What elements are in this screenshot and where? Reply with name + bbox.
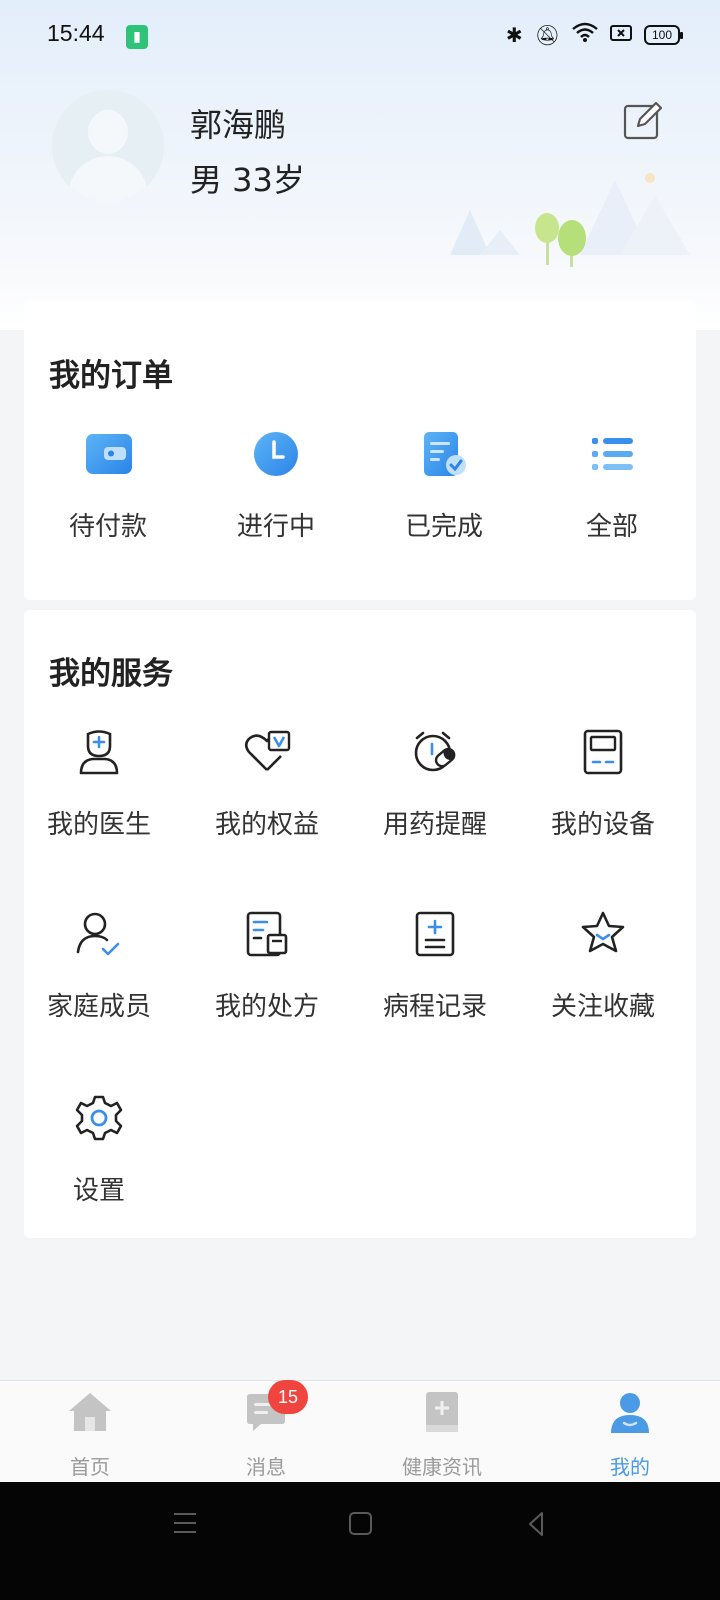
service-label: 家庭成员 <box>46 992 151 1022</box>
home-icon <box>69 1393 111 1431</box>
service-label: 关注收藏 <box>550 992 655 1022</box>
wallet-icon <box>86 434 132 474</box>
service-favorites[interactable]: 关注收藏 <box>519 908 687 1023</box>
clock-icon <box>254 432 298 476</box>
star-icon <box>581 911 625 953</box>
tab-label: 健康资讯 <box>402 1455 482 1479</box>
service-my-benefits[interactable]: 我的权益 <box>183 726 351 841</box>
hamburger-icon <box>174 1513 196 1533</box>
service-medication-reminder[interactable]: 用药提醒 <box>351 726 519 841</box>
status-icons: ✱ 🔕︎ 100 <box>505 22 683 47</box>
services-title: 我的服务 <box>49 656 173 692</box>
service-label: 我的医生 <box>46 810 151 840</box>
tab-label: 我的 <box>610 1455 650 1479</box>
order-label: 进行中 <box>236 512 315 542</box>
nav-home-button[interactable] <box>240 1482 480 1600</box>
family-member-icon <box>76 912 120 956</box>
order-pending-payment[interactable]: 待付款 <box>24 428 192 543</box>
orders-title: 我的订单 <box>49 358 173 394</box>
service-label: 用药提醒 <box>382 810 487 840</box>
vip-heart-icon <box>244 730 291 771</box>
device-icon <box>583 729 623 775</box>
service-label: 设置 <box>72 1176 125 1206</box>
square-home-icon <box>349 1512 372 1535</box>
system-nav-bar <box>0 1482 720 1600</box>
battery-icon: 100 <box>644 24 683 45</box>
orders-card: 我的订单 待付款 进行中 已完成 全部 <box>24 300 696 600</box>
edit-profile-button[interactable] <box>622 100 664 142</box>
order-in-progress[interactable]: 进行中 <box>192 428 360 543</box>
tab-label: 消息 <box>246 1455 286 1479</box>
menu-icon <box>175 1513 200 1515</box>
settings-gear-icon <box>75 1095 123 1141</box>
service-label: 我的设备 <box>550 810 655 840</box>
status-time: 15:44 <box>47 20 105 46</box>
service-medical-records[interactable]: 病程记录 <box>351 908 519 1023</box>
tab-label: 首页 <box>70 1455 110 1479</box>
order-label: 全部 <box>585 512 638 542</box>
service-my-doctor[interactable]: 我的医生 <box>15 726 183 841</box>
bottom-tab-bar: 首页 消息 健康资讯 我的 <box>0 1380 720 1482</box>
service-label: 我的处方 <box>214 992 319 1022</box>
user-gender-age: 男 33岁 <box>190 161 305 199</box>
avatar[interactable] <box>52 90 164 202</box>
service-family-members[interactable]: 家庭成员 <box>15 908 183 1023</box>
status-bar: 15:44 ▮ ✱ 🔕︎ 100 <box>0 0 720 70</box>
document-check-icon <box>424 432 466 476</box>
service-label: 病程记录 <box>382 992 487 1022</box>
pill-alarm-icon <box>414 731 456 772</box>
sim-card-icon <box>610 23 632 47</box>
order-label: 待付款 <box>68 512 147 542</box>
message-badge: 15 <box>268 1380 308 1414</box>
order-all[interactable]: 全部 <box>528 428 696 543</box>
prescription-icon <box>246 911 288 957</box>
order-label: 已完成 <box>404 512 483 542</box>
mute-bell-icon: 🔕︎ <box>534 22 560 47</box>
tab-health-news[interactable]: 健康资讯 <box>352 1381 532 1483</box>
service-settings[interactable]: 设置 <box>15 1092 183 1207</box>
service-label: 我的权益 <box>214 810 319 840</box>
medical-record-icon <box>415 911 455 957</box>
scenery-illustration <box>450 173 690 267</box>
doctor-icon <box>79 730 119 775</box>
wifi-icon <box>572 22 598 47</box>
edit-icon <box>623 101 663 140</box>
bluetooth-icon: ✱ <box>505 22 523 47</box>
services-card: 我的服务 我的医生 我的权益 用药提醒 我的设备 家庭成员 我的处方 病程记录 … <box>24 610 696 1238</box>
service-my-prescriptions[interactable]: 我的处方 <box>183 908 351 1023</box>
nav-back-button[interactable] <box>480 1482 720 1600</box>
avatar-body <box>68 156 148 202</box>
user-name: 郭海鹏 <box>190 106 287 144</box>
me-icon <box>611 1393 649 1433</box>
tab-home[interactable]: 首页 <box>0 1381 180 1483</box>
order-completed[interactable]: 已完成 <box>360 428 528 543</box>
list-icon <box>592 438 633 470</box>
back-triangle-icon <box>529 1512 543 1536</box>
avatar-head <box>88 110 128 154</box>
page-background <box>0 1238 720 1380</box>
charging-icon: ▮ <box>126 25 148 49</box>
health-news-icon <box>426 1392 458 1432</box>
tab-me[interactable]: 我的 <box>540 1381 720 1483</box>
service-my-devices[interactable]: 我的设备 <box>519 726 687 841</box>
tab-messages[interactable]: 消息 <box>176 1381 356 1483</box>
